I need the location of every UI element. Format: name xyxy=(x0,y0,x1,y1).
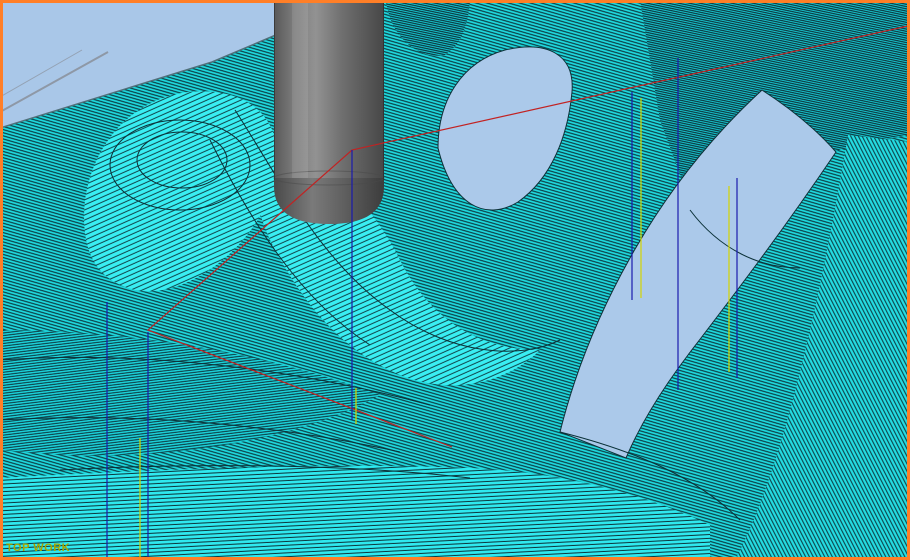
wcs-plane-label: TOP WORK xyxy=(6,542,70,554)
cam-graphics-viewport[interactable]: TOP WORK xyxy=(0,0,910,560)
machining-scene: TOP WORK xyxy=(0,0,910,560)
tool-highlight xyxy=(292,0,308,178)
cutting-tool xyxy=(274,0,384,224)
tool-shank xyxy=(274,0,384,178)
